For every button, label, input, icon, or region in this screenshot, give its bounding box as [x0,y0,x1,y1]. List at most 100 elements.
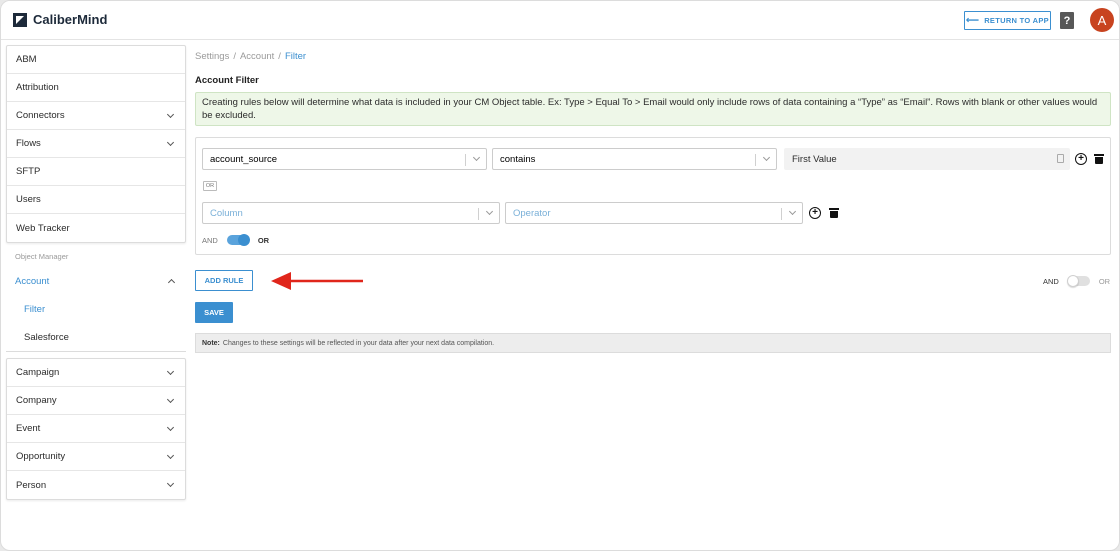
sidebar-item-company[interactable]: Company [7,387,185,415]
trash-body [1095,157,1103,164]
chevron-down-icon [166,451,175,459]
chevron-up-icon [167,278,176,287]
toggle-label-and: AND [202,235,218,245]
sidebar-item-label: ABM [16,54,37,65]
or-chip: OR [203,181,217,191]
sidebar-item-label: Flows [16,138,41,149]
sidebar-item-label: Person [16,479,47,491]
select-divider [465,154,466,166]
sidebar-item-campaign[interactable]: Campaign [7,359,185,387]
sidebar-item-event[interactable]: Event [7,415,185,443]
rule2-column-placeholder: Column [210,207,243,219]
chevron-down-icon [788,207,797,216]
sidebar-item-label: Event [16,423,41,434]
document-icon[interactable] [1057,154,1064,163]
sidebar-item-sftp[interactable]: SFTP [7,158,185,186]
sidebar-item-account[interactable]: Account [6,267,186,295]
breadcrumb-filter: Filter [284,51,307,62]
chevron-down-icon [485,207,494,216]
sidebar-account-block: Account Filter Salesforce [6,267,186,352]
chevron-down-icon [166,479,175,488]
sidebar-group-settings: ABM Attribution Connectors Flows SFTP Us… [6,45,186,243]
top-bar: CaliberMind ⟵ RETURN TO APP ? A [1,1,1119,40]
sidebar-item-attribution[interactable]: Attribution [7,74,185,102]
rule1-value-input[interactable]: First Value [784,148,1070,170]
and-or-switch[interactable] [226,234,250,246]
rule1-value-text: First Value [792,153,837,165]
trash-icon[interactable] [1094,154,1104,164]
chevron-down-icon [472,153,481,162]
breadcrumb-separator: / [278,51,281,62]
breadcrumb-separator: / [233,51,236,62]
note-label: Note: [202,339,220,347]
and-or-switch[interactable] [1066,275,1090,287]
sidebar-subitem-filter[interactable]: Filter [6,295,186,323]
toggle-label-or: OR [257,235,270,245]
note-bar: Note: Changes to these settings will be … [195,333,1111,353]
save-button[interactable]: SAVE [195,302,233,323]
chevron-down-icon [166,110,175,118]
add-condition-icon[interactable]: + [809,207,821,219]
app-window: CaliberMind ⟵ RETURN TO APP ? A ABM Attr… [0,0,1120,551]
switch-knob [1066,275,1079,287]
avatar[interactable]: A [1090,8,1114,32]
breadcrumb-settings[interactable]: Settings [195,51,229,62]
outer-and-or-toggle: AND OR [1043,275,1111,287]
sidebar-item-opportunity[interactable]: Opportunity [7,443,185,471]
sidebar-subitem-label: Filter [24,303,46,315]
rule1-operator-value: contains [500,153,536,165]
chevron-down-icon [166,367,175,375]
sidebar-item-label: SFTP [16,166,41,177]
select-divider [781,208,782,220]
sidebar-item-person[interactable]: Person [7,471,185,499]
sidebar-item-label: Opportunity [16,451,66,462]
arrow-left-icon: ⟵ [966,15,980,25]
chevron-down-icon [166,395,175,403]
sidebar-item-flows[interactable]: Flows [7,130,185,158]
sidebar-item-label: Company [16,395,57,406]
add-rule-button[interactable]: ADD RULE [195,270,253,291]
calibermind-logo-icon [13,12,27,27]
rule-group-panel: account_source contains First Value + OR… [195,137,1111,255]
rule1-column-value: account_source [210,153,278,165]
rule1-column-select[interactable]: account_source [202,148,487,170]
sidebar-item-label: Connectors [16,110,65,121]
chevron-down-icon [762,153,771,162]
sidebar-item-abm[interactable]: ABM [7,46,185,74]
trash-lid [829,208,839,210]
breadcrumb-account[interactable]: Account [240,51,274,62]
sidebar: ABM Attribution Connectors Flows SFTP Us… [6,45,186,500]
rule1-operator-select[interactable]: contains [492,148,777,170]
sidebar-item-connectors[interactable]: Connectors [7,102,185,130]
note-text: Changes to these settings will be reflec… [222,339,495,347]
chevron-down-icon [166,138,175,146]
sidebar-group-objects: Campaign Company Event Opportunity Perso… [6,358,186,500]
sidebar-item-label: Account [15,275,50,287]
sidebar-item-users[interactable]: Users [7,186,185,214]
trash-lid [1094,154,1104,156]
toggle-label-or: OR [1098,276,1111,286]
help-icon[interactable]: ? [1060,12,1074,29]
rule2-operator-select[interactable]: Operator [505,202,803,224]
add-condition-icon[interactable]: + [1075,153,1087,165]
object-manager-label: Object Manager [15,252,69,261]
sidebar-item-label: Campaign [16,367,60,378]
return-to-app-button[interactable]: ⟵ RETURN TO APP [964,11,1051,30]
toggle-label-and: AND [1043,276,1059,286]
info-message: Creating rules below will determine what… [195,92,1111,126]
annotation-arrow-icon [271,272,363,290]
chevron-down-icon [166,423,175,431]
sidebar-item-label: Attribution [16,82,59,93]
sidebar-subitem-salesforce[interactable]: Salesforce [6,323,186,351]
trash-body [830,211,838,218]
trash-icon[interactable] [829,208,839,218]
sidebar-item-label: Web Tracker [16,222,70,234]
app-name: CaliberMind [33,12,108,27]
sidebar-item-web-tracker[interactable]: Web Tracker [7,214,185,242]
rule2-operator-placeholder: Operator [513,207,551,219]
inner-and-or-toggle: AND OR [202,234,270,246]
select-divider [755,154,756,166]
page-title: Account Filter [195,75,259,86]
rule2-column-select[interactable]: Column [202,202,500,224]
app-logo[interactable]: CaliberMind [13,12,107,27]
